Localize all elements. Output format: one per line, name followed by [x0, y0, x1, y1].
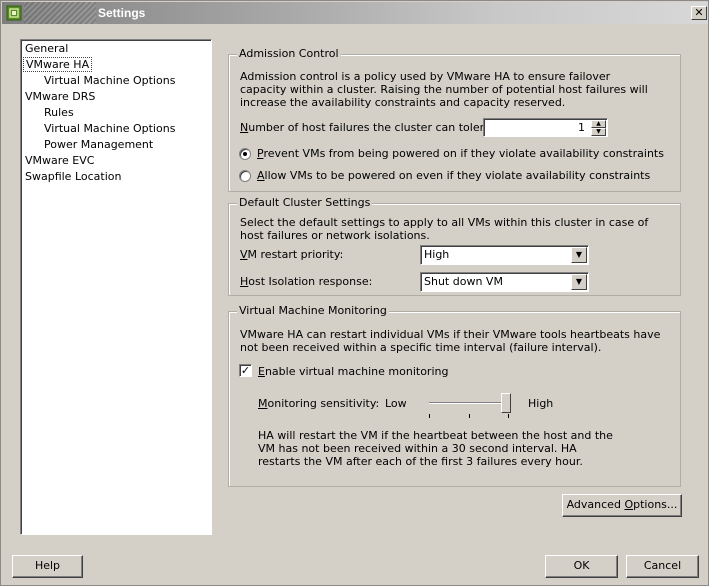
title-bar[interactable]: Settings ✕ [2, 2, 708, 24]
cancel-button[interactable]: Cancel [626, 555, 699, 578]
settings-tree[interactable]: General VMware HA Virtual Machine Options V… [20, 39, 212, 535]
sensitivity-low-label: Low [385, 397, 407, 410]
enable-vm-monitoring-label[interactable]: Enable virtual machine monitoring [258, 365, 448, 378]
close-icon: ✕ [694, 6, 704, 19]
slider-tick-high [508, 414, 509, 418]
tree-item-swapfile-location[interactable]: Swapfile Location [23, 169, 123, 184]
advanced-options-button[interactable]: Advanced Options... [562, 494, 682, 517]
tree-item-vmware-drs[interactable]: VMware DRS [23, 89, 97, 104]
settings-window: Settings ✕ General VMware HA Virtual Machi… [0, 0, 709, 586]
tree-item-vmware-ha[interactable]: VMware HA [23, 57, 93, 72]
sensitivity-slider-track[interactable] [429, 402, 511, 404]
tree-item-power-management[interactable]: Power Management [42, 137, 155, 152]
close-button[interactable]: ✕ [691, 6, 707, 20]
vm-monitoring-description: VMware HA can restart individual VMs if … [240, 328, 661, 354]
tree-item-virtual-machine-options[interactable]: Virtual Machine Options [42, 73, 177, 88]
tree-item-virtual-machine-options[interactable]: Virtual Machine Options [42, 121, 177, 136]
sensitivity-slider-thumb[interactable] [501, 393, 511, 413]
vsphere-app-icon [6, 5, 22, 21]
chevron-down-icon[interactable]: ▼ [571, 247, 587, 263]
help-button[interactable]: Help [12, 555, 83, 578]
title-decoration [24, 2, 96, 24]
tree-item-rules[interactable]: Rules [42, 105, 76, 120]
default-settings-description: Select the default settings to apply to … [240, 216, 649, 242]
slider-tick-mid [469, 414, 470, 418]
vm-restart-priority-label: VM restart priority: [240, 248, 344, 261]
monitoring-sensitivity-label: Monitoring sensitivity: [258, 397, 380, 410]
enable-vm-monitoring-checkbox[interactable]: ✓ [239, 364, 252, 377]
ok-button[interactable]: OK [545, 555, 618, 578]
admission-control-legend: Admission Control [237, 47, 341, 60]
admission-description: Admission control is a policy used by VM… [240, 70, 648, 109]
host-isolation-response-value: Shut down VM [424, 275, 503, 288]
vm-restart-priority-select[interactable]: High ▼ [420, 245, 589, 265]
sensitivity-high-label: High [528, 397, 554, 410]
slider-tick-low [429, 414, 430, 418]
chevron-down-icon[interactable]: ▼ [571, 274, 587, 290]
host-failures-label: Number of host failures the cluster can … [240, 121, 506, 134]
host-failures-spinner[interactable]: 1 ▲ ▼ [483, 118, 608, 137]
vm-monitoring-note: HA will restart the VM if the heartbeat … [258, 429, 613, 468]
spin-down-button[interactable]: ▼ [591, 128, 606, 136]
tree-item-general[interactable]: General [23, 41, 70, 56]
vm-restart-priority-value: High [424, 248, 450, 261]
tree-item-vmware-evc[interactable]: VMware EVC [23, 153, 96, 168]
host-failures-value[interactable]: 1 [578, 121, 585, 134]
spin-up-button[interactable]: ▲ [591, 120, 606, 128]
allow-vms-label[interactable]: Allow VMs to be powered on even if they … [257, 169, 650, 182]
window-title: Settings [98, 6, 146, 20]
host-isolation-response-select[interactable]: Shut down VM ▼ [420, 272, 589, 292]
allow-vms-radio[interactable] [239, 170, 251, 182]
vm-monitoring-legend: Virtual Machine Monitoring [237, 304, 389, 317]
default-cluster-settings-legend: Default Cluster Settings [237, 196, 373, 209]
prevent-vms-label[interactable]: Prevent VMs from being powered on if the… [257, 147, 664, 160]
host-isolation-response-label: Host Isolation response: [240, 275, 373, 288]
prevent-vms-radio[interactable] [239, 148, 251, 160]
spinner-buttons: ▲ ▼ [591, 120, 606, 136]
